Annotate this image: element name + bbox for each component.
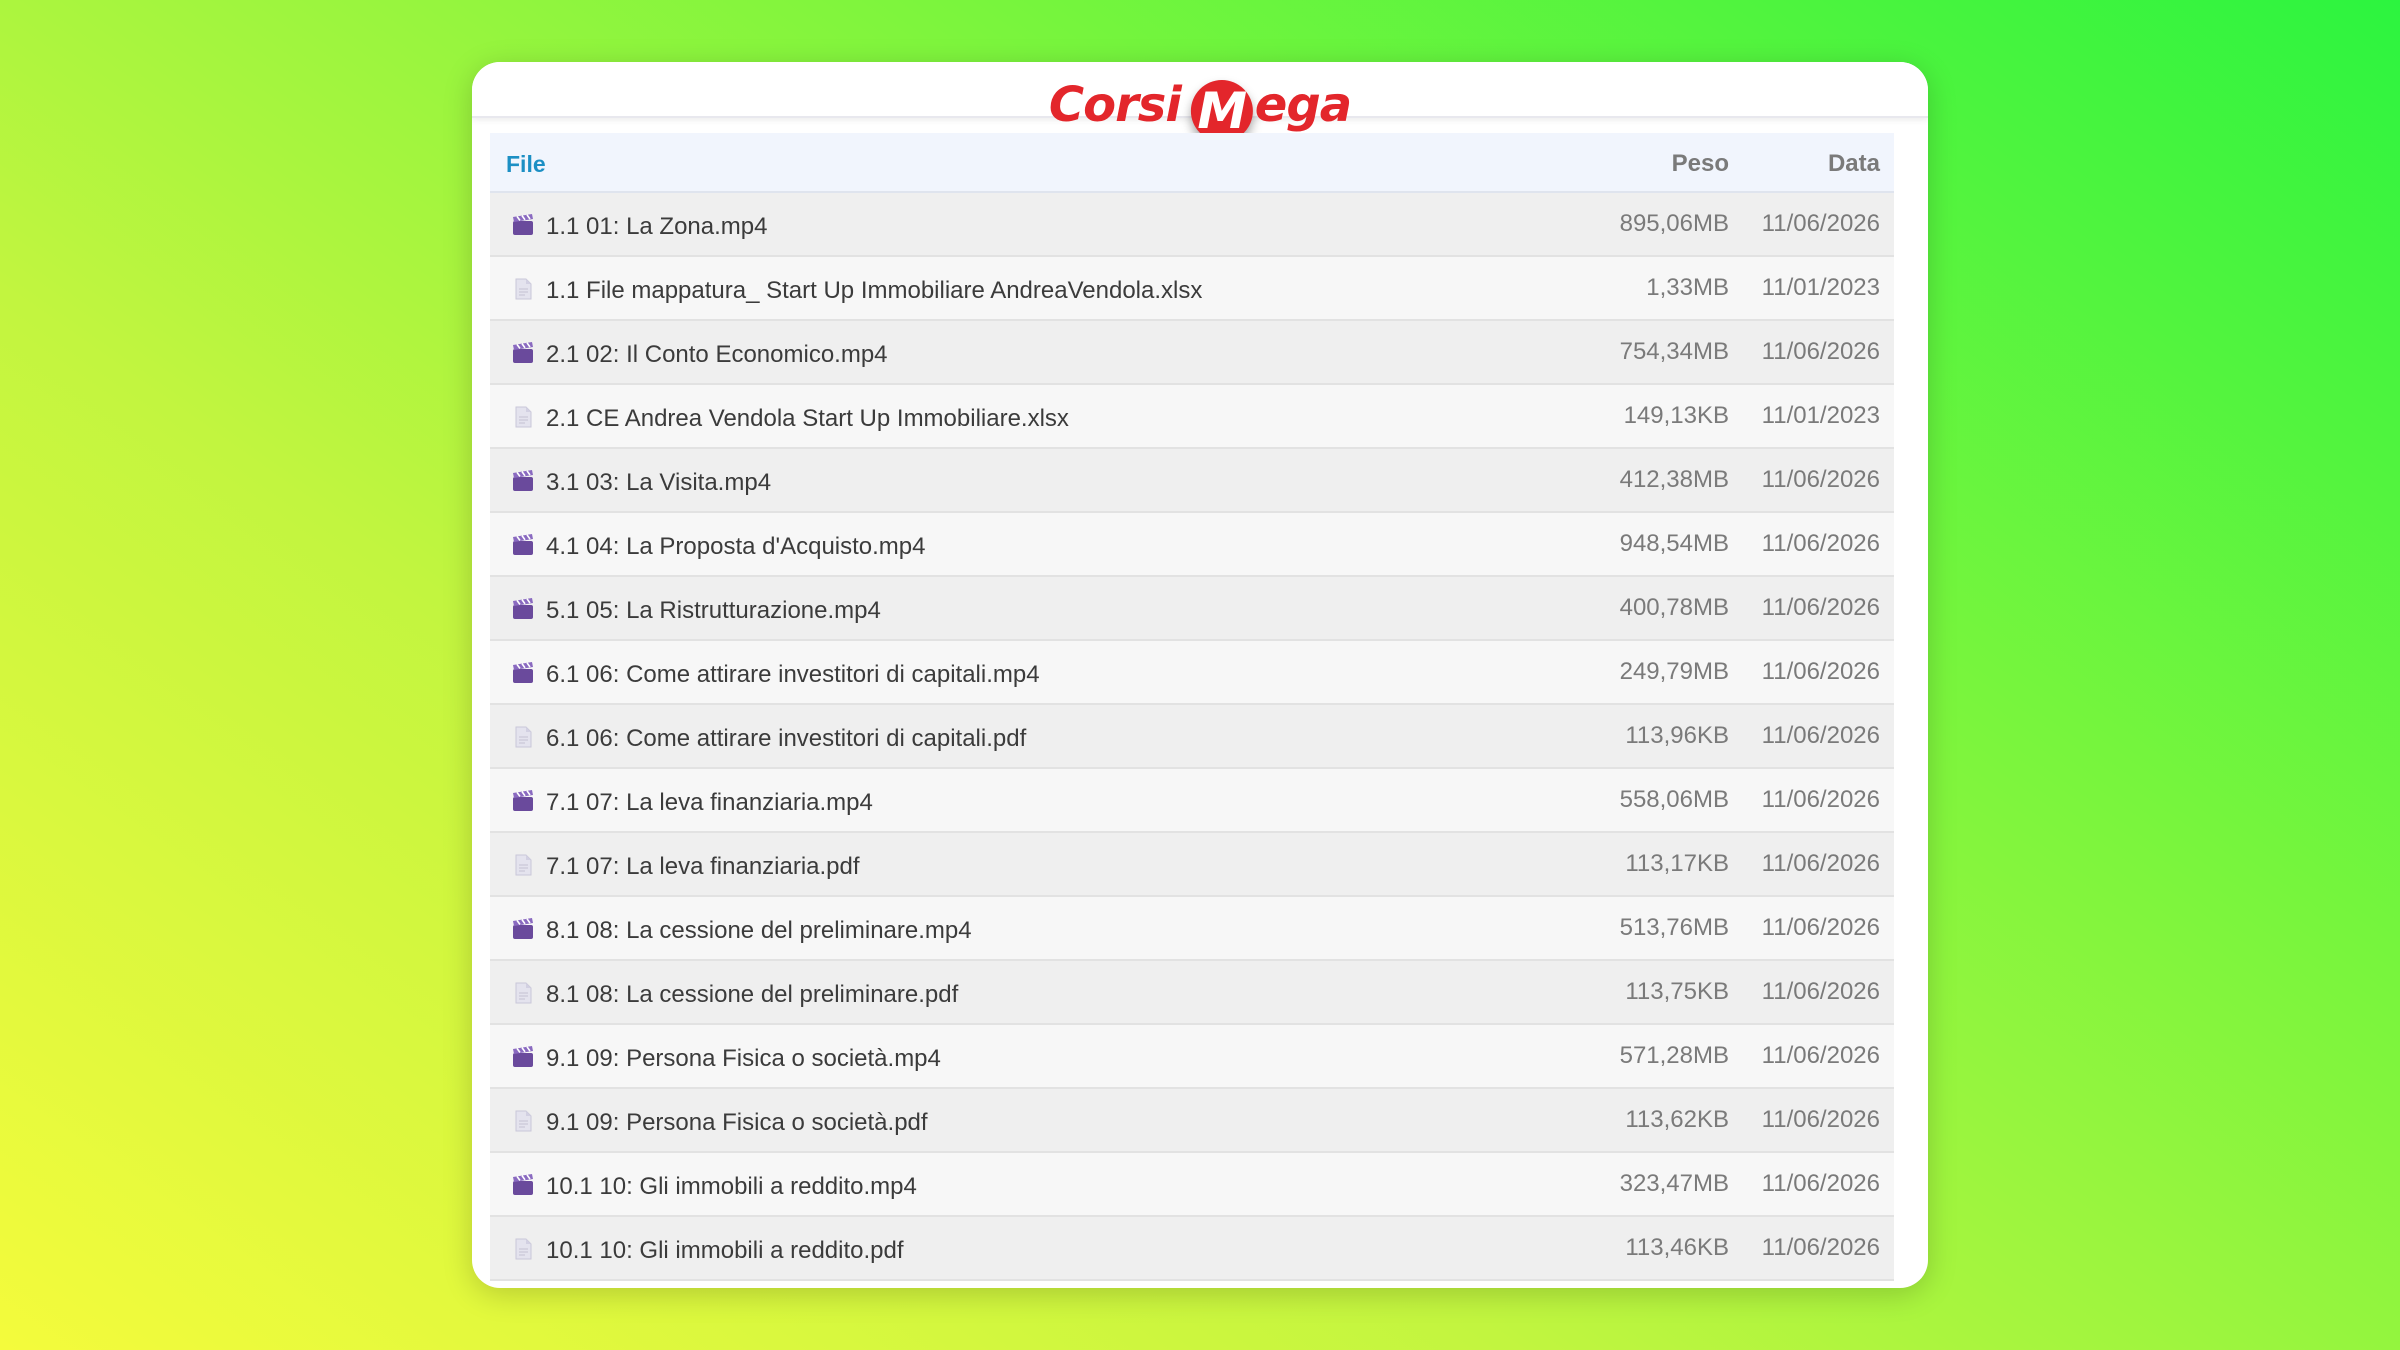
file-name-link[interactable]: 5.1 05: La Ristrutturazione.mp4 <box>546 597 881 625</box>
file-size: 412,38MB <box>1619 466 1729 493</box>
logo-word-corsi: Corsi <box>1048 77 1182 133</box>
file-size: 113,75KB <box>1625 978 1729 1005</box>
file-date: 11/06/2026 <box>1761 1106 1880 1133</box>
table-row[interactable]: 4.1 04: La Proposta d'Acquisto.mp4 948,54… <box>490 513 1894 577</box>
video-icon <box>512 598 534 620</box>
video-icon <box>512 790 534 812</box>
file-size: 948,54MB <box>1619 530 1729 557</box>
file-date: 11/06/2026 <box>1761 722 1880 749</box>
file-name-link[interactable]: 10.1 10: Gli immobili a reddito.pdf <box>546 1237 904 1265</box>
file-name-link[interactable]: 2.1 02: Il Conto Economico.mp4 <box>546 341 888 369</box>
card-header: Corsi M ega <box>472 62 1928 142</box>
table-row[interactable]: 2.1 CE Andrea Vendola Start Up Immobilia… <box>490 385 1894 449</box>
file-date: 11/06/2026 <box>1761 530 1880 557</box>
table-row[interactable]: 7.1 07: La leva finanziaria.pdf 113,17KB 1… <box>490 833 1894 897</box>
table-row[interactable]: 9.1 09: Persona Fisica o società.mp4 571,… <box>490 1025 1894 1089</box>
file-size: 558,06MB <box>1619 786 1729 813</box>
video-icon <box>512 662 534 684</box>
file-name-link[interactable]: 8.1 08: La cessione del preliminare.pdf <box>546 981 958 1009</box>
file-date: 11/06/2026 <box>1761 850 1880 877</box>
column-header-size[interactable]: Peso <box>1672 150 1729 178</box>
table-row[interactable]: 2.1 02: Il Conto Economico.mp4 754,34MB 11… <box>490 321 1894 385</box>
file-date: 11/06/2026 <box>1761 338 1880 365</box>
file-table: File Peso Data 1.1 01: La Zona.mp4 895,06… <box>490 133 1894 1281</box>
table-row[interactable]: 9.1 09: Persona Fisica o società.pdf 113,… <box>490 1089 1894 1153</box>
file-date: 11/06/2026 <box>1761 466 1880 493</box>
table-row[interactable]: 7.1 07: La leva finanziaria.mp4 558,06MB 1… <box>490 769 1894 833</box>
file-date: 11/06/2026 <box>1761 1042 1880 1069</box>
file-date: 11/06/2026 <box>1761 978 1880 1005</box>
table-header: File Peso Data <box>490 133 1894 193</box>
file-size: 113,17KB <box>1625 850 1729 877</box>
table-row[interactable]: 8.1 08: La cessione del preliminare.mp4 5… <box>490 897 1894 961</box>
file-date: 11/01/2023 <box>1761 274 1880 301</box>
video-icon <box>512 470 534 492</box>
file-date: 11/06/2026 <box>1761 658 1880 685</box>
table-row[interactable]: 10.1 10: Gli immobili a reddito.mp4 323,4… <box>490 1153 1894 1217</box>
video-icon <box>512 1174 534 1196</box>
table-row[interactable]: 1.1 File mappatura_ Start Up Immobiliare… <box>490 257 1894 321</box>
file-size: 513,76MB <box>1619 914 1729 941</box>
file-name-link[interactable]: 6.1 06: Come attirare investitori di cap… <box>546 661 1040 689</box>
file-size: 113,46KB <box>1625 1234 1729 1261</box>
file-date: 11/06/2026 <box>1761 1234 1880 1261</box>
file-size: 895,06MB <box>1619 210 1729 237</box>
column-header-file[interactable]: File <box>506 151 546 178</box>
file-size: 400,78MB <box>1619 594 1729 621</box>
video-icon <box>512 342 534 364</box>
table-row[interactable]: 1.1 01: La Zona.mp4 895,06MB 11/06/2026 <box>490 193 1894 257</box>
document-icon <box>512 1110 534 1132</box>
video-icon <box>512 1046 534 1068</box>
file-date: 11/06/2026 <box>1761 786 1880 813</box>
file-size: 149,13KB <box>1623 402 1729 429</box>
file-list-card: Corsi M ega File Peso Data 1.1 01: La Zo… <box>472 62 1928 1288</box>
table-body: 1.1 01: La Zona.mp4 895,06MB 11/06/2026 1.1… <box>490 193 1894 1281</box>
table-row[interactable]: 6.1 06: Come attirare investitori di cap… <box>490 705 1894 769</box>
column-header-date[interactable]: Data <box>1828 150 1880 178</box>
file-size: 249,79MB <box>1619 658 1729 685</box>
document-icon <box>512 982 534 1004</box>
logo-word-ega: ega <box>1254 77 1352 133</box>
table-row[interactable]: 10.1 10: Gli immobili a reddito.pdf 113,4… <box>490 1217 1894 1281</box>
file-date: 11/06/2026 <box>1761 1170 1880 1197</box>
table-row[interactable]: 6.1 06: Come attirare investitori di cap… <box>490 641 1894 705</box>
file-name-link[interactable]: 9.1 09: Persona Fisica o società.pdf <box>546 1109 928 1137</box>
table-row[interactable]: 3.1 03: La Visita.mp4 412,38MB 11/06/2026 <box>490 449 1894 513</box>
video-icon <box>512 918 534 940</box>
file-date: 11/01/2023 <box>1761 402 1880 429</box>
video-icon <box>512 534 534 556</box>
file-date: 11/06/2026 <box>1761 210 1880 237</box>
table-row[interactable]: 8.1 08: La cessione del preliminare.pdf 1… <box>490 961 1894 1025</box>
file-name-link[interactable]: 7.1 07: La leva finanziaria.mp4 <box>546 789 873 817</box>
file-name-link[interactable]: 6.1 06: Come attirare investitori di cap… <box>546 725 1026 753</box>
file-size: 1,33MB <box>1646 274 1729 301</box>
document-icon <box>512 726 534 748</box>
file-size: 323,47MB <box>1619 1170 1729 1197</box>
file-name-link[interactable]: 10.1 10: Gli immobili a reddito.mp4 <box>546 1173 917 1201</box>
document-icon <box>512 854 534 876</box>
file-name-link[interactable]: 1.1 File mappatura_ Start Up Immobiliare… <box>546 277 1202 305</box>
file-name-link[interactable]: 8.1 08: La cessione del preliminare.mp4 <box>546 917 972 945</box>
document-icon <box>512 278 534 300</box>
document-icon <box>512 406 534 428</box>
file-name-link[interactable]: 3.1 03: La Visita.mp4 <box>546 469 771 497</box>
file-size: 571,28MB <box>1619 1042 1729 1069</box>
file-name-link[interactable]: 4.1 04: La Proposta d'Acquisto.mp4 <box>546 533 926 561</box>
file-name-link[interactable]: 1.1 01: La Zona.mp4 <box>546 213 767 241</box>
file-size: 113,96KB <box>1625 722 1729 749</box>
file-name-link[interactable]: 2.1 CE Andrea Vendola Start Up Immobilia… <box>546 405 1069 433</box>
file-size: 754,34MB <box>1619 338 1729 365</box>
file-name-link[interactable]: 9.1 09: Persona Fisica o società.mp4 <box>546 1045 941 1073</box>
corsi-mega-logo[interactable]: Corsi M ega <box>1048 68 1352 142</box>
table-row[interactable]: 5.1 05: La Ristrutturazione.mp4 400,78MB 1… <box>490 577 1894 641</box>
document-icon <box>512 1238 534 1260</box>
file-name-link[interactable]: 7.1 07: La leva finanziaria.pdf <box>546 853 860 881</box>
video-icon <box>512 214 534 236</box>
file-size: 113,62KB <box>1625 1106 1729 1133</box>
file-date: 11/06/2026 <box>1761 594 1880 621</box>
file-date: 11/06/2026 <box>1761 914 1880 941</box>
